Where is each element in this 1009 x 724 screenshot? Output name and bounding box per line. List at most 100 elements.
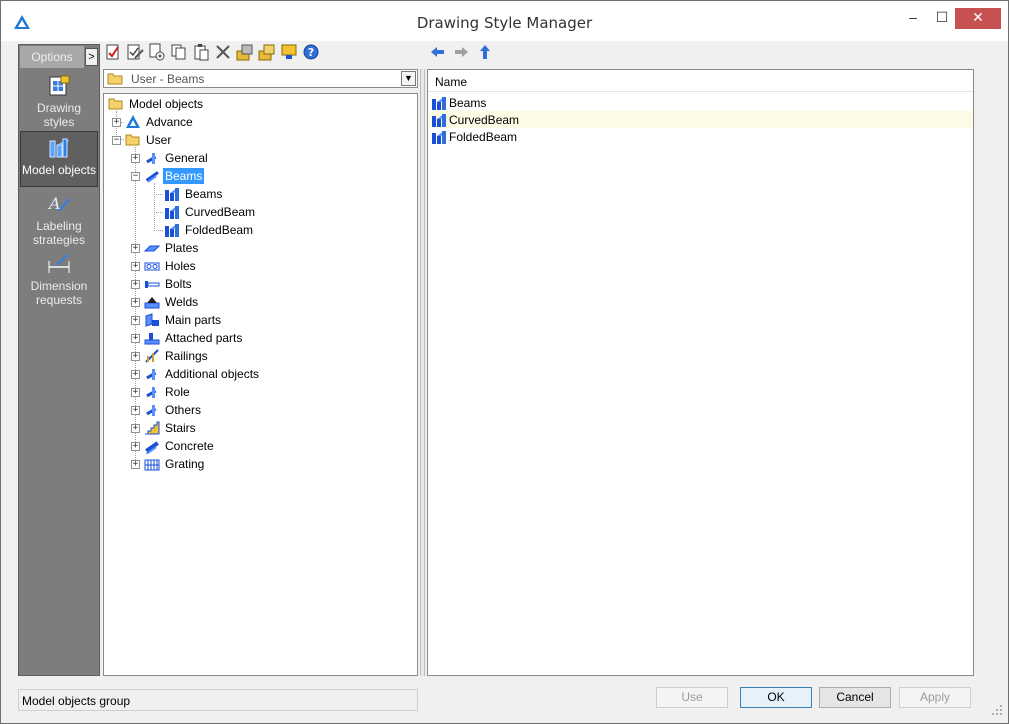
- expand-toggle[interactable]: +: [131, 441, 140, 451]
- general-icon: [146, 153, 157, 164]
- tree-node-additional-objects[interactable]: + Additional objects: [131, 365, 261, 383]
- expand-toggle[interactable]: +: [112, 117, 121, 127]
- copy-icon[interactable]: [170, 43, 188, 61]
- expand-toggle[interactable]: +: [131, 423, 140, 433]
- beam-style-icon: [165, 224, 179, 237]
- beam-style-icon: [432, 130, 446, 144]
- collapse-toggle[interactable]: −: [112, 135, 121, 145]
- tree-node-role[interactable]: + Role: [131, 383, 192, 401]
- list-item[interactable]: FoldedBeam: [429, 128, 973, 145]
- sidebar-item-label: Model objects: [21, 163, 97, 177]
- expand-toggle[interactable]: +: [131, 297, 140, 307]
- new-from-icon[interactable]: [148, 43, 166, 61]
- tree-node-others[interactable]: + Others: [131, 401, 203, 419]
- tree-node-label: Others: [165, 403, 202, 417]
- minimize-button[interactable]: –: [898, 8, 928, 29]
- sidebar-item-dimension-requests[interactable]: Dimension requests: [20, 253, 98, 307]
- tree-node-style-curvedbeam[interactable]: CurvedBeam: [164, 203, 257, 221]
- expand-toggle[interactable]: +: [131, 279, 140, 289]
- import-icon[interactable]: [236, 43, 254, 61]
- expand-toggle[interactable]: +: [131, 153, 140, 163]
- drawing-style-manager-window: Drawing Style Manager – ☐ ✕ Options > Dr…: [0, 0, 1009, 724]
- tree-connector: [154, 183, 155, 229]
- tree-node-grating[interactable]: + Grating: [131, 455, 206, 473]
- help-icon[interactable]: ?: [302, 43, 320, 61]
- tree-node-label: Beams: [163, 168, 205, 184]
- styles-list[interactable]: Name Beams CurvedBeam FoldedBeam: [427, 69, 974, 676]
- tree-node-welds[interactable]: + Welds: [131, 293, 200, 311]
- new-icon[interactable]: [104, 43, 122, 61]
- apply-button[interactable]: Apply: [899, 687, 971, 708]
- list-column-header-name[interactable]: Name: [428, 70, 973, 92]
- back-arrow-icon[interactable]: [429, 43, 447, 61]
- tree-node-railings[interactable]: + Railings: [131, 347, 210, 365]
- collapse-sidebar-button[interactable]: >: [85, 48, 98, 66]
- maximize-button[interactable]: ☐: [927, 8, 957, 29]
- tree-node-label: Beams: [185, 187, 223, 201]
- close-button[interactable]: ✕: [955, 8, 1001, 29]
- ok-button[interactable]: OK: [740, 687, 812, 708]
- resize-grip-icon[interactable]: [991, 704, 1003, 716]
- tree-node-label: User: [146, 133, 172, 147]
- combo-value: User - Beams: [131, 72, 205, 86]
- tree-node-label: Role: [165, 385, 190, 399]
- folder-open-icon: [108, 98, 123, 110]
- chevron-down-icon[interactable]: ▼: [401, 71, 416, 86]
- tree-node-bolts[interactable]: + Bolts: [131, 275, 194, 293]
- welds-icon: [144, 297, 160, 309]
- tree-node-concrete[interactable]: + Concrete: [131, 437, 216, 455]
- others-icon: [146, 405, 157, 416]
- expand-toggle[interactable]: +: [131, 315, 140, 325]
- cancel-button[interactable]: Cancel: [819, 687, 891, 708]
- tree-node-main-parts[interactable]: + Main parts: [131, 311, 223, 329]
- model-objects-tree[interactable]: Model objects + Advance − User + General −…: [103, 93, 418, 676]
- expand-toggle[interactable]: +: [131, 459, 140, 469]
- main-parts-icon: [145, 313, 159, 327]
- tree-node-general[interactable]: + General: [131, 149, 210, 167]
- expand-toggle[interactable]: +: [131, 405, 140, 415]
- sidebar-item-labeling-strategies[interactable]: A Labeling strategies: [20, 193, 98, 247]
- expand-toggle[interactable]: +: [131, 351, 140, 361]
- export-icon[interactable]: [258, 43, 276, 61]
- sidebar-item-label: Labeling strategies: [32, 219, 86, 247]
- expand-toggle[interactable]: +: [131, 243, 140, 253]
- expand-toggle[interactable]: +: [131, 369, 140, 379]
- options-tab[interactable]: Options: [20, 46, 84, 68]
- delete-icon[interactable]: [214, 43, 232, 61]
- tree-node-style-foldedbeam[interactable]: FoldedBeam: [164, 221, 255, 239]
- plates-icon: [144, 245, 160, 252]
- expand-toggle[interactable]: +: [131, 387, 140, 397]
- sidebar-item-drawing-styles[interactable]: Drawing styles: [20, 73, 98, 129]
- tree-node-style-beams[interactable]: Beams: [164, 185, 224, 203]
- tree-node-beams[interactable]: − Beams: [131, 167, 205, 185]
- expand-toggle[interactable]: +: [131, 261, 140, 271]
- sidebar-item-model-objects[interactable]: Model objects: [20, 131, 98, 187]
- expand-toggle[interactable]: +: [131, 333, 140, 343]
- tree-node-holes[interactable]: + Holes: [131, 257, 198, 275]
- collapse-toggle[interactable]: −: [131, 171, 140, 181]
- bolts-icon: [145, 281, 160, 288]
- tree-node-label: Bolts: [165, 277, 192, 291]
- tree-node-plates[interactable]: + Plates: [131, 239, 200, 257]
- style-path-combo[interactable]: User - Beams ▼: [103, 69, 418, 88]
- pane-splitter[interactable]: [420, 69, 425, 676]
- tree-node-label: Grating: [165, 457, 205, 471]
- forward-arrow-icon[interactable]: [452, 43, 470, 61]
- drawing-styles-icon: [49, 75, 70, 96]
- tree-node-attached-parts[interactable]: + Attached parts: [131, 329, 244, 347]
- list-item[interactable]: Beams: [429, 94, 973, 111]
- paste-icon[interactable]: [192, 43, 210, 61]
- labeling-strategies-icon: A: [47, 194, 70, 213]
- grating-icon: [144, 459, 160, 471]
- up-arrow-icon[interactable]: [476, 43, 494, 61]
- edit-icon[interactable]: [126, 43, 144, 61]
- preview-icon[interactable]: [280, 43, 298, 61]
- tree-connector: [154, 194, 163, 195]
- tree-node-stairs[interactable]: + Stairs: [131, 419, 198, 437]
- tree-node-user[interactable]: − User: [112, 131, 173, 149]
- tree-node-model-objects[interactable]: Model objects: [108, 95, 205, 113]
- tree-node-label: CurvedBeam: [185, 205, 256, 219]
- use-button[interactable]: Use: [656, 687, 728, 708]
- tree-node-advance[interactable]: + Advance: [112, 113, 195, 131]
- list-item[interactable]: CurvedBeam: [429, 111, 973, 128]
